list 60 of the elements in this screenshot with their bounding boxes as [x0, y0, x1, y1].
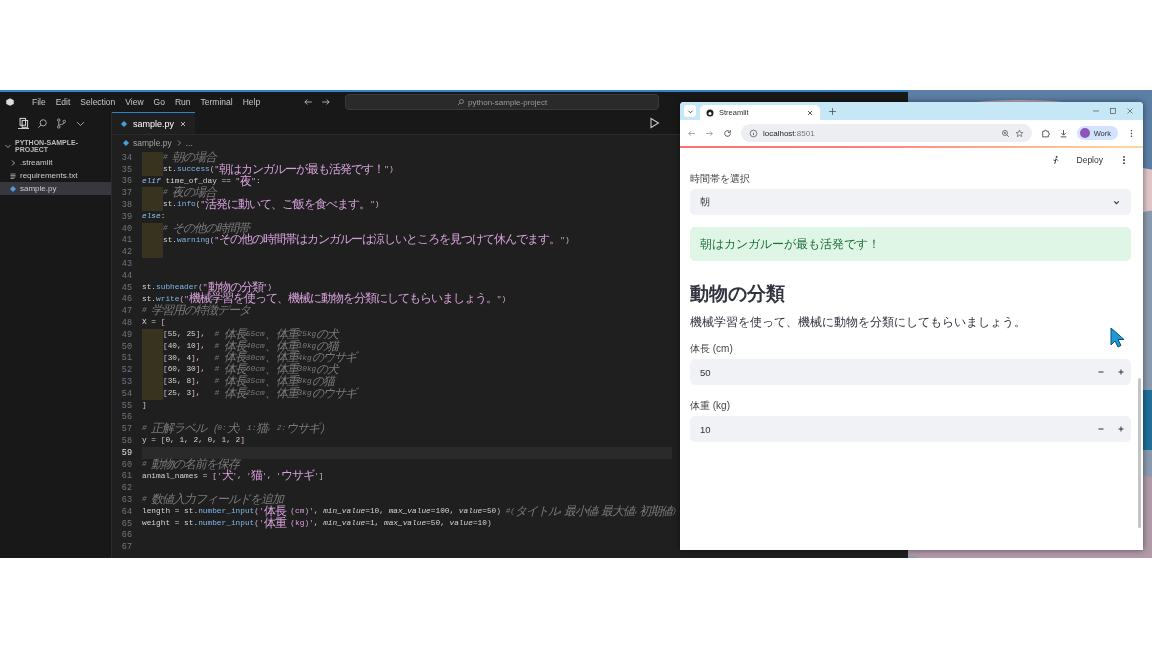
breadcrumb-item[interactable]: sample.py [133, 138, 172, 148]
menu-item[interactable]: Edit [50, 95, 76, 109]
line-number: 57 [120, 424, 133, 435]
line-number: 40 [120, 223, 133, 234]
number-field[interactable]: 10 [690, 416, 1131, 442]
line-number: 53 [120, 377, 133, 388]
line-number: 62 [120, 483, 133, 494]
field-label: 体重 (kg) [690, 399, 731, 413]
line-number: 49 [120, 329, 133, 340]
line-number: 55 [120, 400, 133, 411]
line-number: 35 [120, 164, 133, 175]
menu-item[interactable]: Terminal [195, 95, 238, 109]
line-number: 61 [120, 471, 133, 482]
command-center[interactable]: python-sample-project [345, 94, 660, 110]
line-number: 43 [120, 259, 133, 270]
line-number: 48 [120, 318, 133, 329]
editor-tab[interactable]: sample.py [112, 112, 196, 134]
menu-item[interactable]: Go [148, 95, 170, 109]
line-number: 52 [120, 365, 133, 376]
line-number: 42 [120, 247, 133, 258]
line-number: 50 [120, 341, 133, 352]
deploy-button[interactable]: Deploy [1072, 153, 1107, 167]
explorer-item[interactable]: .streamlit [0, 156, 111, 169]
success-alert: 朝はカンガルーが最も活発です！ [690, 227, 1131, 261]
menu-item[interactable]: View [120, 95, 149, 109]
menu-item[interactable]: Selection [75, 95, 121, 109]
line-number: 65 [120, 518, 133, 529]
line-number: 38 [120, 200, 133, 211]
line-number: 59 [120, 447, 133, 458]
body-text: 機械学習を使って、機械に動物を分類にしてもらいましょう。 [690, 315, 1027, 330]
subheader: 動物の分類 [690, 282, 786, 306]
line-number: 34 [120, 152, 133, 163]
line-number: 51 [120, 353, 133, 364]
line-number: 56 [120, 412, 133, 423]
line-number: 41 [120, 235, 133, 246]
field-label: 体長 (cm) [690, 342, 734, 356]
explorer-item[interactable]: sample.py [0, 182, 111, 195]
field-label: 時間帯を選択 [690, 172, 751, 186]
menu-item[interactable]: Help [237, 95, 266, 109]
line-number: 44 [120, 270, 133, 281]
address-bar[interactable]: localhost:8501 [741, 124, 1032, 142]
menu-item[interactable]: Run [169, 95, 196, 109]
line-number: 67 [120, 542, 133, 553]
line-number: 37 [120, 188, 133, 199]
explorer-item[interactable]: requirements.txt [0, 169, 111, 182]
line-number: 63 [120, 495, 133, 505]
menu-item[interactable]: File [27, 95, 51, 109]
line-number: 45 [120, 282, 133, 293]
line-number: 39 [120, 211, 133, 222]
line-number: 54 [120, 388, 133, 399]
line-number: 66 [120, 530, 133, 541]
line-number: 36 [120, 176, 133, 187]
line-number: 60 [120, 459, 133, 470]
line-number: 58 [120, 436, 133, 446]
line-number: 64 [120, 506, 133, 517]
number-field[interactable]: 50 [690, 359, 1131, 385]
breadcrumb-item[interactable]: ... [185, 138, 193, 148]
line-number: 47 [120, 306, 133, 317]
line-number: 46 [120, 294, 133, 305]
select-field[interactable]: 朝 [690, 189, 1131, 215]
